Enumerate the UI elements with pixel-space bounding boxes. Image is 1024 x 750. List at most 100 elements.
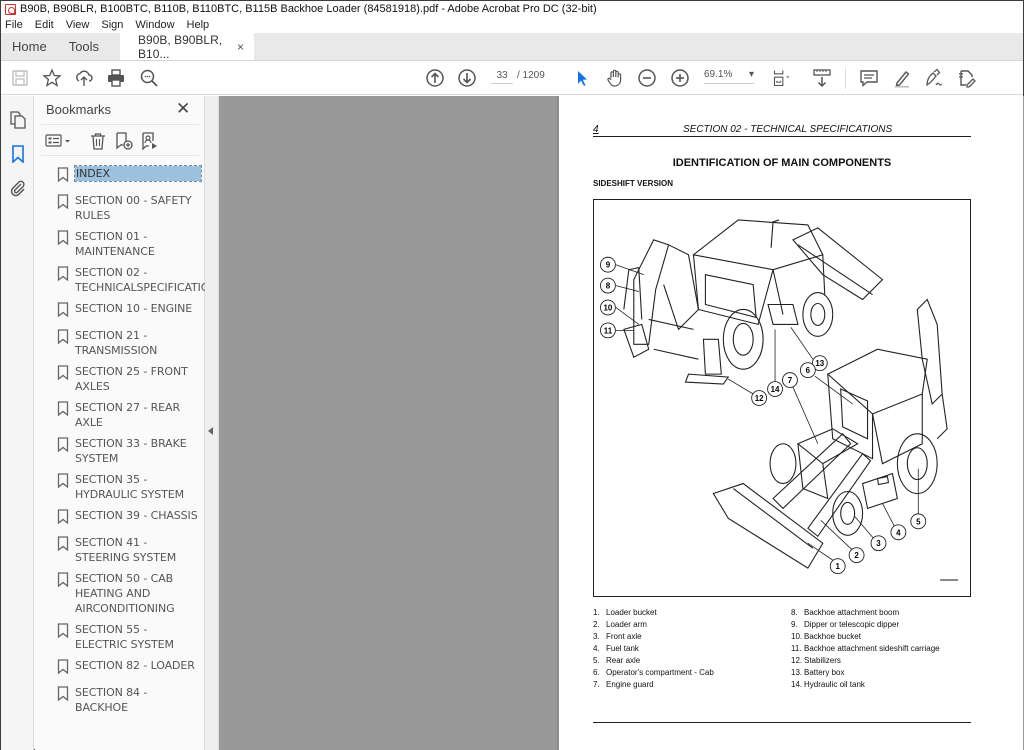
svg-text:2: 2 [854, 551, 859, 560]
tab-tools[interactable]: Tools [58, 33, 110, 60]
bookmark-item[interactable]: SECTION 55 - ELECTRIC SYSTEM [35, 622, 205, 652]
callout-6: 6 [799, 362, 853, 405]
bookmark-options-icon[interactable] [45, 131, 73, 151]
print-icon[interactable] [105, 67, 127, 89]
bookmark-item[interactable]: SECTION 39 - CHASSIS [35, 508, 205, 529]
legend-item: 8. Backhoe attachment boom [791, 607, 940, 619]
close-panel-icon[interactable]: ✕ [176, 99, 190, 119]
legend-text: Fuel tank [606, 644, 639, 653]
next-page-icon[interactable] [456, 67, 478, 89]
save-icon[interactable] [9, 67, 31, 89]
bookmarks-header: Bookmarks [46, 102, 112, 117]
legend-right: 8. Backhoe attachment boom 9. Dipper or tel… [791, 607, 940, 691]
page-fit-icon[interactable] [771, 67, 793, 89]
bookmarks-icon[interactable] [8, 144, 28, 164]
menu-help[interactable]: Help [187, 19, 210, 31]
legend-number: 10. [791, 632, 803, 641]
bookmark-icon [57, 194, 71, 214]
hand-icon[interactable] [604, 67, 626, 89]
bookmark-label: SECTION 25 - FRONT AXLES [75, 365, 188, 393]
bookmark-label: SECTION 01 - MAINTENANCE [75, 230, 155, 258]
bookmark-item[interactable]: SECTION 84 - BACKHOE [35, 685, 205, 715]
menu-file[interactable]: File [5, 19, 23, 31]
bookmark-item[interactable]: SECTION 01 - MAINTENANCE [35, 229, 205, 259]
bookmark-item[interactable]: SECTION 00 - SAFETY RULES [35, 193, 205, 223]
bookmark-item[interactable]: SECTION 35 - HYDRAULIC SYSTEM [35, 472, 205, 502]
delete-bookmark-icon[interactable] [88, 131, 108, 151]
bookmark-icon [57, 686, 71, 706]
toolbar-separator [845, 67, 846, 89]
legend-item: 5. Rear axle [593, 655, 714, 667]
scroll-mode-icon[interactable] [811, 67, 833, 89]
bookmark-item[interactable]: SECTION 02 - TECHNICALSPECIFICATIONS [35, 265, 224, 295]
page-section-header: SECTION 02 - TECHNICAL SPECIFICATIONS [683, 124, 893, 135]
legend-item: 2. Loader arm [593, 619, 714, 631]
bookmark-icon [57, 266, 71, 286]
close-tab-icon[interactable]: × [237, 40, 244, 54]
svg-text:6: 6 [806, 366, 811, 375]
bookmark-label: SECTION 21 - TRANSMISSION [75, 329, 158, 357]
bookmark-icon [57, 509, 71, 529]
previous-page-icon[interactable] [424, 67, 446, 89]
bookmark-item[interactable]: SECTION 25 - FRONT AXLES [35, 364, 205, 394]
document-viewport[interactable]: 4 SECTION 02 - TECHNICAL SPECIFICATIONS … [219, 96, 1024, 750]
svg-text:12: 12 [755, 394, 764, 403]
zoom-level-dropdown[interactable]: 69.1% ▾ [704, 69, 754, 84]
upload-cloud-icon[interactable] [73, 67, 95, 89]
bookmark-icon [57, 572, 71, 592]
bookmark-item[interactable]: SECTION 10 - ENGINE [35, 301, 205, 322]
select-arrow-icon[interactable] [571, 67, 593, 89]
tab-document-label: B90B, B90BLR, B10... [138, 32, 223, 61]
highlight-icon[interactable] [891, 67, 913, 89]
bookmark-icon [57, 536, 71, 556]
page-number-input[interactable]: 33 [491, 70, 513, 84]
expand-bookmark-icon[interactable] [140, 131, 160, 151]
search-zoom-icon[interactable] [138, 67, 160, 89]
bookmark-item[interactable]: SECTION 33 - BRAKE SYSTEM [35, 436, 205, 466]
menu-sign[interactable]: Sign [101, 19, 123, 31]
legend-text: Stabilizers [804, 656, 841, 665]
legend-text: Operator's compartment - Cab [606, 668, 714, 677]
pages-icon[interactable] [8, 110, 28, 130]
sign-icon[interactable] [923, 67, 945, 89]
bookmark-icon [57, 230, 71, 250]
bookmark-item[interactable]: SECTION 41 - STEERING SYSTEM [35, 535, 205, 565]
legend-text: Rear axle [606, 656, 641, 665]
legend-text: Engine guard [606, 680, 654, 689]
pdf-page: 4 SECTION 02 - TECHNICAL SPECIFICATIONS … [557, 96, 1023, 750]
bookmark-label: SECTION 39 - CHASSIS [75, 509, 198, 522]
tab-document[interactable]: B90B, B90BLR, B10... × [120, 32, 255, 61]
legend-text: Backhoe attachment boom [804, 608, 900, 617]
edit-pdf-icon[interactable] [956, 67, 978, 89]
tab-bar: Home Tools B90B, B90BLR, B10... × [1, 33, 1023, 61]
legend-number: 2. [593, 620, 600, 629]
bookmark-star-icon[interactable] [41, 67, 63, 89]
callout-11: 11 [600, 322, 634, 339]
comment-icon[interactable] [858, 67, 880, 89]
callout-9: 9 [600, 256, 644, 276]
attachments-icon[interactable] [8, 178, 28, 198]
menu-window[interactable]: Window [135, 19, 174, 31]
bookmark-item[interactable]: SECTION 27 - REAR AXLE [35, 400, 205, 430]
zoom-in-icon[interactable] [669, 67, 691, 89]
new-bookmark-icon[interactable] [114, 131, 134, 151]
callout-12: 12 [728, 378, 768, 406]
bookmark-item[interactable]: SECTION 21 - TRANSMISSION [35, 328, 205, 358]
bookmark-item[interactable]: SECTION 82 - LOADER [35, 658, 205, 679]
menu-edit[interactable]: Edit [35, 19, 54, 31]
bookmark-item[interactable]: INDEX [35, 165, 205, 187]
bookmark-label: SECTION 35 - HYDRAULIC SYSTEM [75, 473, 185, 501]
page-title: IDENTIFICATION OF MAIN COMPONENTS [672, 157, 892, 169]
legend-number: 5. [593, 656, 600, 665]
collapse-panel-arrow-icon[interactable] [208, 427, 213, 435]
menu-view[interactable]: View [66, 19, 90, 31]
tab-home[interactable]: Home [1, 33, 58, 60]
zoom-out-icon[interactable] [636, 67, 658, 89]
svg-text:9: 9 [606, 261, 611, 270]
bookmark-label: SECTION 27 - REAR AXLE [75, 401, 180, 429]
legend-item: 3. Front axle [593, 631, 714, 643]
panel-splitter[interactable] [205, 96, 219, 750]
legend-number: 9. [791, 620, 798, 629]
svg-text:8: 8 [606, 282, 611, 291]
bookmark-item[interactable]: SECTION 50 - CAB HEATING AND AIRCONDITIO… [35, 571, 205, 616]
